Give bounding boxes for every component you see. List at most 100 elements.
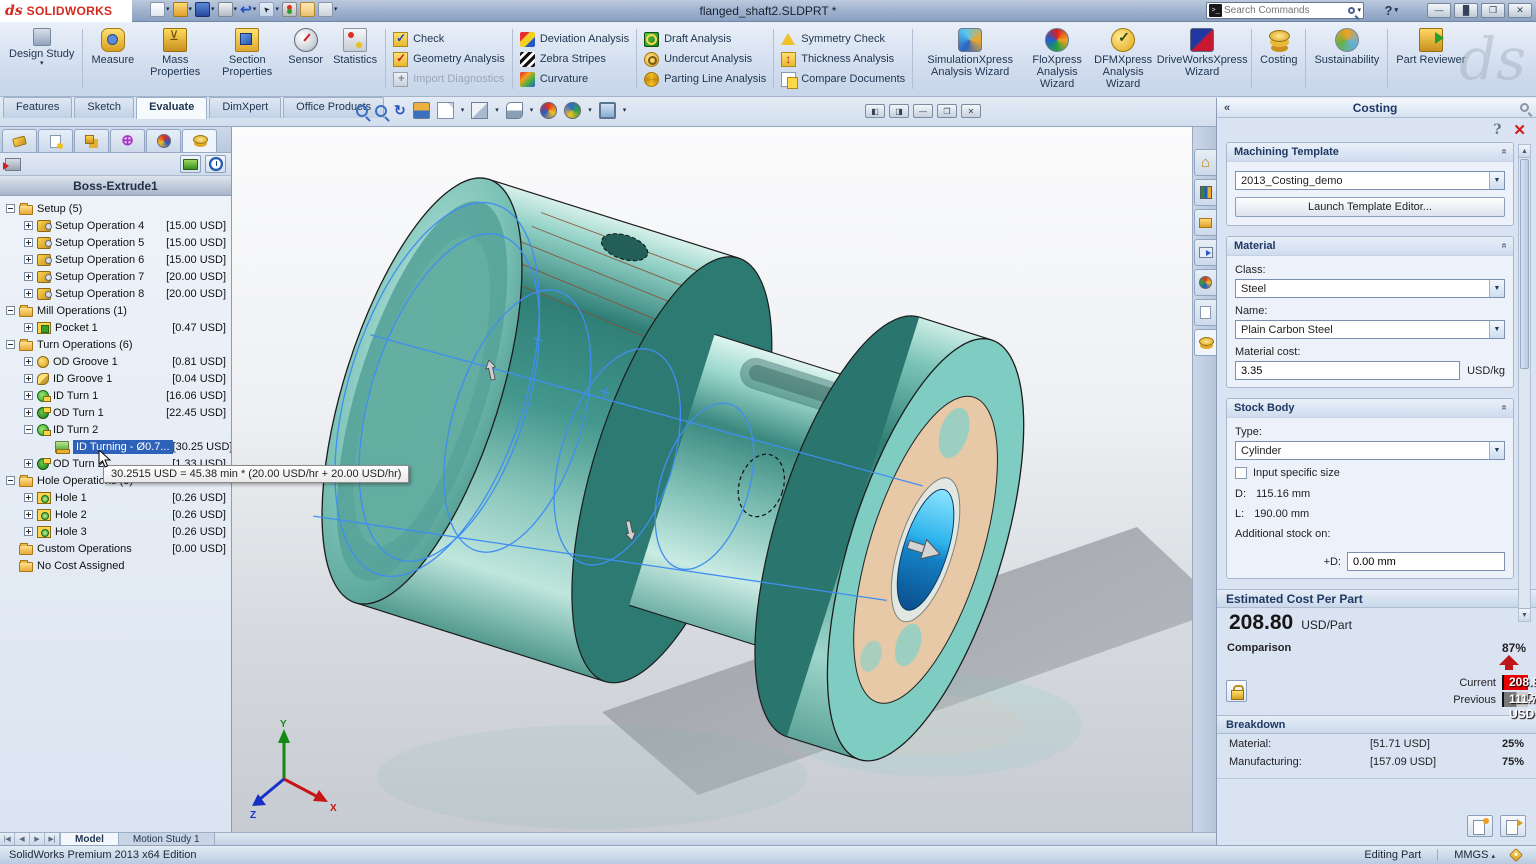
- tree-item-mill-operations[interactable]: Mill Operations (1): [0, 302, 231, 319]
- group-header[interactable]: Machining Template»: [1227, 143, 1513, 162]
- expander-icon[interactable]: [24, 527, 33, 536]
- tab-dimxpert[interactable]: DimXpert: [209, 97, 281, 118]
- configuration-manager-tab[interactable]: [74, 129, 109, 152]
- resources-tab[interactable]: ⌂: [1194, 149, 1216, 176]
- tab-sketch[interactable]: Sketch: [74, 97, 134, 118]
- launch-template-editor-button[interactable]: Launch Template Editor...: [1235, 197, 1505, 217]
- tree-item-turn-operations[interactable]: Turn Operations (6): [0, 336, 231, 353]
- statistics-button[interactable]: Statistics: [328, 24, 382, 94]
- expander-icon[interactable]: [24, 323, 33, 332]
- expander-icon[interactable]: [24, 374, 33, 383]
- tree-item-pocket1[interactable]: Pocket 1[0.47 USD]: [0, 319, 231, 336]
- display-manager-tab[interactable]: [146, 129, 181, 152]
- rotate-view-icon[interactable]: ↻: [394, 102, 406, 119]
- material-cost-input[interactable]: [1241, 365, 1454, 377]
- collapse-group-icon[interactable]: »: [1499, 406, 1510, 410]
- expander-icon[interactable]: [6, 306, 15, 315]
- parting-line-analysis-button[interactable]: Parting Line Analysis: [644, 71, 766, 88]
- zebra-stripes-button[interactable]: Zebra Stripes: [520, 51, 629, 68]
- motion-study-tab[interactable]: Motion Study 1: [119, 833, 215, 845]
- search-icon[interactable]: [1348, 7, 1355, 14]
- tree-item-no-cost-assigned[interactable]: No Cost Assigned: [0, 557, 231, 574]
- tree-item-custom-operations[interactable]: Custom Operations[0.00 USD]: [0, 540, 231, 557]
- tree-item-setup-op4[interactable]: Setup Operation 4[15.00 USD]: [0, 217, 231, 234]
- edit-appearance-icon[interactable]: [564, 102, 581, 119]
- last-tab-icon[interactable]: ▶|: [45, 833, 60, 845]
- section-view-icon[interactable]: [413, 102, 430, 119]
- expander-icon[interactable]: [24, 255, 33, 264]
- open-report-button[interactable]: [1500, 815, 1526, 837]
- zoom-fit-icon[interactable]: [356, 105, 368, 117]
- view-palette-tab[interactable]: [1194, 239, 1216, 266]
- doc-minimize-icon[interactable]: —: [913, 104, 933, 118]
- file-explorer-tab[interactable]: [1194, 209, 1216, 236]
- tree-item-id-turn1[interactable]: ID Turn 1[16.06 USD]: [0, 387, 231, 404]
- material-class-dropdown[interactable]: Steel▼: [1235, 279, 1505, 298]
- tree-item-setup-op6[interactable]: Setup Operation 6[15.00 USD]: [0, 251, 231, 268]
- curvature-button[interactable]: Curvature: [520, 71, 629, 88]
- feature-manager-tab[interactable]: [2, 129, 37, 152]
- tree-item-id-turn2[interactable]: ID Turn 2: [0, 421, 231, 438]
- tree-item-id-groove1[interactable]: ID Groove 1[0.04 USD]: [0, 370, 231, 387]
- dropdown-arrow-icon[interactable]: ▼: [1489, 442, 1504, 459]
- tree-item-hole2[interactable]: Hole 2[0.26 USD]: [0, 506, 231, 523]
- deviation-analysis-button[interactable]: Deviation Analysis: [520, 31, 629, 48]
- tree-item-setup-op7[interactable]: Setup Operation 7[20.00 USD]: [0, 268, 231, 285]
- material-name-dropdown[interactable]: Plain Carbon Steel▼: [1235, 320, 1505, 339]
- collapse-group-icon[interactable]: »: [1499, 150, 1510, 154]
- search-commands-box[interactable]: >_ ▾: [1206, 2, 1364, 19]
- help-button[interactable]: ?▾: [1385, 3, 1398, 18]
- expander-icon[interactable]: [24, 221, 33, 230]
- close-pane-icon[interactable]: ✕: [1513, 123, 1526, 138]
- units-selector[interactable]: MMGS ▴: [1454, 849, 1495, 861]
- expander-icon[interactable]: [24, 391, 33, 400]
- expander-icon[interactable]: [24, 289, 33, 298]
- scene-icon[interactable]: [599, 102, 616, 119]
- design-library-tab[interactable]: [1194, 179, 1216, 206]
- split-left-icon[interactable]: ◧: [865, 104, 885, 118]
- expander-icon[interactable]: [24, 493, 33, 502]
- lock-baseline-button[interactable]: [1226, 680, 1247, 702]
- expander-icon[interactable]: [6, 204, 15, 213]
- close-button[interactable]: ✕: [1508, 3, 1532, 18]
- measure-button[interactable]: Measure: [86, 24, 139, 94]
- group-header[interactable]: Stock Body»: [1227, 399, 1513, 418]
- expander-icon[interactable]: [6, 476, 15, 485]
- scrollbar-thumb[interactable]: [1520, 159, 1529, 369]
- scroll-up-icon[interactable]: ▲: [1519, 145, 1530, 158]
- collapse-group-icon[interactable]: »: [1499, 244, 1510, 248]
- check-button[interactable]: Check: [393, 31, 505, 48]
- symmetry-check-button[interactable]: Symmetry Check: [781, 31, 905, 48]
- expander-icon[interactable]: [24, 238, 33, 247]
- driveworksxpress-wizard-button[interactable]: DriveWorksXpress Wizard: [1156, 24, 1248, 94]
- costing-button[interactable]: Costing: [1255, 24, 1302, 94]
- doc-restore-icon[interactable]: ❒: [937, 104, 957, 118]
- expander-icon[interactable]: [24, 357, 33, 366]
- zoom-area-icon[interactable]: [375, 105, 387, 117]
- tab-features[interactable]: Features: [3, 97, 72, 118]
- time-view-button[interactable]: [205, 155, 226, 173]
- sensor-button[interactable]: Sensor: [283, 24, 328, 94]
- tree-item-od-turn1[interactable]: OD Turn 1[22.45 USD]: [0, 404, 231, 421]
- floxpress-wizard-button[interactable]: FloXpress Analysis Wizard: [1024, 24, 1090, 94]
- pane-scrollbar[interactable]: ▲ ▼: [1518, 144, 1531, 622]
- next-tab-icon[interactable]: ▶: [30, 833, 45, 845]
- dimxpert-manager-tab[interactable]: ⊕: [110, 129, 145, 152]
- expander-icon[interactable]: [24, 459, 33, 468]
- design-study-button[interactable]: Design Study ▾: [4, 24, 79, 94]
- property-manager-tab[interactable]: [38, 129, 73, 152]
- mass-properties-button[interactable]: Mass Properties: [139, 24, 211, 94]
- first-tab-icon[interactable]: |◀: [0, 833, 15, 845]
- expander-icon[interactable]: [24, 408, 33, 417]
- tab-evaluate[interactable]: Evaluate: [136, 97, 207, 119]
- expander-icon[interactable]: [24, 272, 33, 281]
- thickness-analysis-button[interactable]: Thickness Analysis: [781, 51, 905, 68]
- view-settings-icon[interactable]: [437, 102, 454, 119]
- sustainability-button[interactable]: Sustainability: [1309, 24, 1384, 94]
- tree-item-od-groove1[interactable]: OD Groove 1[0.81 USD]: [0, 353, 231, 370]
- restore-button[interactable]: ❒: [1481, 3, 1505, 18]
- generate-report-button[interactable]: [1467, 815, 1493, 837]
- costing-pane-tab[interactable]: [1194, 329, 1216, 356]
- input-specific-size-row[interactable]: Input specific size: [1235, 467, 1505, 479]
- input-specific-size-checkbox[interactable]: [1235, 467, 1247, 479]
